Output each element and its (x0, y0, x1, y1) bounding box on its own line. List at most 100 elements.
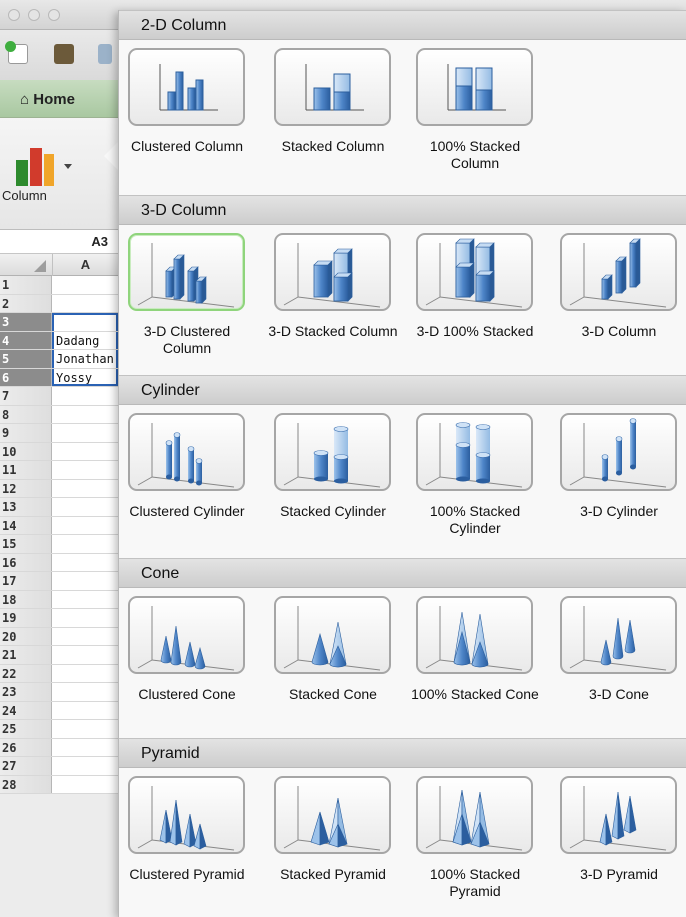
chart-type-option[interactable]: 3-D Cone (551, 596, 686, 756)
row-number[interactable]: 18 (0, 590, 52, 608)
chart-thumbnail[interactable] (128, 776, 245, 854)
cell-a[interactable] (52, 442, 118, 460)
chart-thumbnail[interactable] (416, 233, 533, 311)
row-number[interactable]: 4 (0, 331, 52, 349)
chart-type-option[interactable]: Stacked Cone (265, 596, 401, 756)
cell-a[interactable] (52, 294, 118, 312)
cell-a[interactable] (52, 516, 118, 534)
chart-type-option[interactable]: Clustered Column (119, 48, 255, 208)
row-number[interactable]: 12 (0, 479, 52, 497)
cell-a[interactable]: Jonathan (52, 350, 118, 368)
minimize-window-icon[interactable] (28, 9, 40, 21)
cell-a[interactable]: Yossy (52, 368, 118, 386)
row-number[interactable]: 21 (0, 646, 52, 664)
row-number[interactable]: 9 (0, 424, 52, 442)
row-number[interactable]: 28 (0, 775, 52, 793)
row-number[interactable]: 5 (0, 350, 52, 368)
chart-type-option[interactable]: 100% Stacked Column (407, 48, 543, 208)
cell-a[interactable] (52, 646, 118, 664)
chart-type-option[interactable]: Clustered Cone (119, 596, 255, 756)
zoom-window-icon[interactable] (48, 9, 60, 21)
cell-a[interactable] (52, 627, 118, 645)
chart-type-option[interactable]: 3-D 100% Stacked (407, 233, 543, 393)
cell-a[interactable] (52, 701, 118, 719)
row-number[interactable]: 25 (0, 720, 52, 738)
row-number[interactable]: 8 (0, 405, 52, 423)
column-header-a[interactable]: A (52, 254, 118, 276)
cell-a[interactable] (52, 664, 118, 682)
open-icon[interactable] (98, 44, 112, 64)
chart-thumbnail[interactable] (416, 413, 533, 491)
cell-a[interactable] (52, 738, 118, 756)
row-number[interactable]: 22 (0, 664, 52, 682)
cell-a[interactable] (52, 276, 118, 294)
chart-type-option[interactable]: Clustered Pyramid (119, 776, 255, 917)
row-number[interactable]: 24 (0, 701, 52, 719)
chart-type-option[interactable]: 100% Stacked Pyramid (407, 776, 543, 917)
cell-a[interactable] (52, 313, 118, 331)
chart-thumbnail[interactable] (416, 776, 533, 854)
chart-thumbnail[interactable] (416, 48, 533, 126)
chart-thumbnail[interactable] (274, 48, 391, 126)
cell-a[interactable] (52, 479, 118, 497)
chart-type-option[interactable]: Stacked Column (265, 48, 401, 208)
cell-a[interactable] (52, 498, 118, 516)
chart-type-option[interactable]: 3-D Clustered Column (119, 233, 255, 393)
row-number[interactable]: 19 (0, 609, 52, 627)
tab-home[interactable]: ⌂ Home (14, 87, 81, 113)
chart-type-option[interactable]: 3-D Cylinder (551, 413, 686, 573)
cell-a[interactable] (52, 572, 118, 590)
new-document-icon[interactable] (5, 41, 28, 64)
chart-type-option[interactable]: 3-D Column (551, 233, 686, 393)
row-number[interactable]: 17 (0, 572, 52, 590)
row-number[interactable]: 15 (0, 535, 52, 553)
templates-icon[interactable] (54, 44, 74, 64)
row-number[interactable]: 11 (0, 461, 52, 479)
chart-thumbnail[interactable] (560, 413, 677, 491)
chart-thumbnail[interactable] (416, 596, 533, 674)
chart-thumbnail[interactable] (128, 413, 245, 491)
row-number[interactable]: 13 (0, 498, 52, 516)
chart-type-option[interactable]: Clustered Cylinder (119, 413, 255, 573)
chart-thumbnail[interactable] (560, 596, 677, 674)
cell-a[interactable] (52, 387, 118, 405)
row-number[interactable]: 14 (0, 516, 52, 534)
cell-a[interactable] (52, 775, 118, 793)
chart-thumbnail[interactable] (128, 233, 245, 311)
cell-a[interactable] (52, 553, 118, 571)
chart-type-option[interactable]: 3-D Pyramid (551, 776, 686, 917)
chart-type-option[interactable]: 3-D Stacked Column (265, 233, 401, 393)
chart-thumbnail[interactable] (560, 776, 677, 854)
chart-thumbnail[interactable] (274, 776, 391, 854)
chart-type-option[interactable]: 100% Stacked Cone (407, 596, 543, 756)
row-number[interactable]: 6 (0, 368, 52, 386)
cell-a[interactable] (52, 757, 118, 775)
chart-thumbnail[interactable] (560, 233, 677, 311)
chart-thumbnail[interactable] (274, 233, 391, 311)
row-number[interactable]: 3 (0, 313, 52, 331)
chart-thumbnail[interactable] (274, 596, 391, 674)
column-chart-button[interactable] (12, 140, 76, 190)
chart-thumbnail[interactable] (128, 596, 245, 674)
select-all-icon[interactable] (34, 260, 46, 272)
cell-a[interactable] (52, 609, 118, 627)
name-box[interactable]: A3 (0, 230, 118, 254)
cell-a[interactable] (52, 405, 118, 423)
chart-thumbnail[interactable] (128, 48, 245, 126)
cell-a[interactable] (52, 424, 118, 442)
row-number[interactable]: 26 (0, 738, 52, 756)
chart-type-option[interactable]: Stacked Pyramid (265, 776, 401, 917)
cell-a[interactable] (52, 720, 118, 738)
row-number[interactable]: 27 (0, 757, 52, 775)
row-number[interactable]: 1 (0, 276, 52, 294)
chart-thumbnail[interactable] (274, 413, 391, 491)
chart-type-option[interactable]: 100% Stacked Cylinder (407, 413, 543, 573)
cell-a[interactable] (52, 683, 118, 701)
row-number[interactable]: 16 (0, 553, 52, 571)
chart-type-option[interactable]: Stacked Cylinder (265, 413, 401, 573)
close-window-icon[interactable] (8, 9, 20, 21)
row-number[interactable]: 2 (0, 294, 52, 312)
cell-a[interactable] (52, 461, 118, 479)
cell-a[interactable] (52, 535, 118, 553)
row-number[interactable]: 23 (0, 683, 52, 701)
